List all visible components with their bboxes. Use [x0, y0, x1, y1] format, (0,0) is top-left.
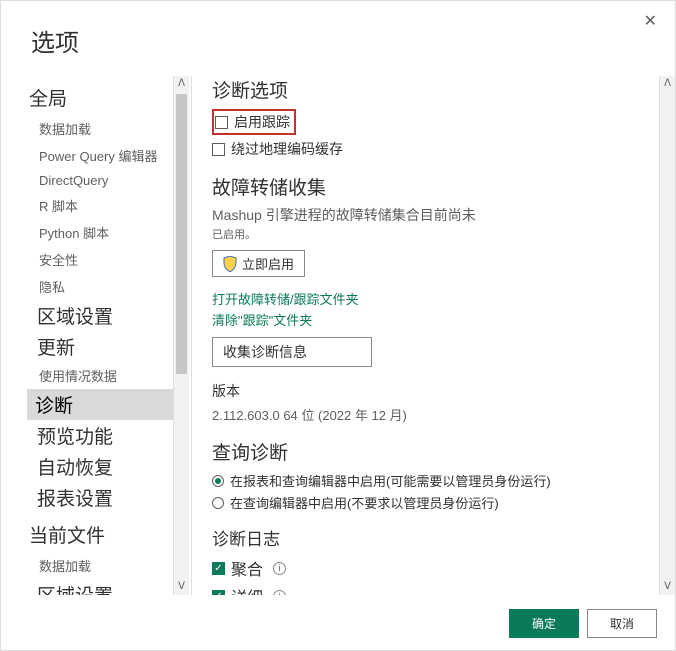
nav-directquery[interactable]: DirectQuery	[29, 169, 175, 192]
nav-usage-data[interactable]: 使用情况数据	[29, 362, 175, 389]
collect-diag-button[interactable]: 收集诊断信息	[212, 337, 372, 367]
version-value: 2.112.603.0 64 位 (2022 年 12 月)	[212, 405, 651, 424]
diag-log-header: 诊断日志	[212, 525, 651, 550]
bypass-geocode-label: 绕过地理编码缓存	[231, 139, 343, 159]
scroll-up-icon[interactable]: ᐱ	[660, 76, 675, 92]
nav-report-settings[interactable]: 报表设置	[29, 482, 175, 513]
nav-privacy[interactable]: 隐私	[29, 273, 175, 300]
sidebar-group-currentfile: 当前文件	[29, 521, 175, 548]
sidebar: 全局 数据加载 Power Query 编辑器 DirectQuery R 脚本…	[1, 76, 189, 595]
detailed-label: 详细	[231, 584, 263, 595]
enable-tracing-label: 启用跟踪	[234, 112, 290, 132]
ok-button[interactable]: 确定	[509, 609, 579, 638]
shield-icon	[223, 256, 237, 272]
nav-r-script[interactable]: R 脚本	[29, 192, 175, 219]
radio-report-and-editor[interactable]	[212, 475, 224, 487]
dialog-body: 全局 数据加载 Power Query 编辑器 DirectQuery R 脚本…	[1, 76, 675, 595]
cancel-button[interactable]: 取消	[587, 609, 657, 638]
crash-dump-header: 故障转储收集	[212, 173, 651, 200]
content-scrollbar[interactable]: ᐱ ᐯ	[659, 76, 675, 595]
radio2-label: 在查询编辑器中启用(不要求以管理员身份运行)	[230, 493, 499, 512]
nav-cf-data-load[interactable]: 数据加载	[29, 552, 175, 579]
nav-python-script[interactable]: Python 脚本	[29, 219, 175, 246]
nav-security[interactable]: 安全性	[29, 246, 175, 273]
nav-auto-recovery[interactable]: 自动恢复	[29, 451, 175, 482]
sidebar-scrollbar[interactable]: ᐱ ᐯ	[173, 76, 189, 595]
sidebar-group-global: 全局	[29, 84, 175, 111]
clear-folder-link[interactable]: 清除"跟踪"文件夹	[212, 310, 651, 329]
nav-pq-editor[interactable]: Power Query 编辑器	[29, 142, 175, 169]
enable-now-button[interactable]: 立即启用	[212, 250, 305, 277]
nav-updates[interactable]: 更新	[29, 331, 175, 362]
radio-editor-only[interactable]	[212, 497, 224, 509]
info-icon[interactable]: i	[273, 590, 286, 595]
radio1-label: 在报表和查询编辑器中启用(可能需要以管理员身份运行)	[230, 471, 551, 490]
nav-preview[interactable]: 预览功能	[29, 420, 175, 451]
dialog-footer: 确定 取消	[509, 609, 657, 638]
scroll-up-icon[interactable]: ᐱ	[174, 76, 189, 92]
bypass-geocode-checkbox[interactable]	[212, 143, 225, 156]
crash-dump-desc: Mashup 引擎进程的故障转储集合目前尚未	[212, 206, 651, 224]
close-button[interactable]: ✕	[636, 7, 665, 35]
dialog-title: 选项	[31, 23, 79, 58]
detailed-checkbox[interactable]: ✓	[212, 590, 225, 595]
scroll-down-icon[interactable]: ᐯ	[174, 579, 189, 595]
enable-now-label: 立即启用	[242, 254, 294, 273]
aggregate-label: 聚合	[231, 556, 263, 580]
version-label: 版本	[212, 381, 651, 401]
nav-cf-regional[interactable]: 区域设置	[29, 579, 175, 595]
query-diag-header: 查询诊断	[212, 438, 651, 465]
open-folder-link[interactable]: 打开故障转储/跟踪文件夹	[212, 289, 651, 308]
crash-dump-desc2: 已启用。	[212, 226, 651, 242]
diag-options-header: 诊断选项	[212, 76, 651, 103]
scroll-down-icon[interactable]: ᐯ	[660, 579, 675, 595]
nav-data-load[interactable]: 数据加载	[29, 115, 175, 142]
scroll-thumb[interactable]	[176, 94, 187, 374]
info-icon[interactable]: i	[273, 562, 286, 575]
nav-diagnostics[interactable]: 诊断	[27, 389, 175, 420]
enable-tracing-highlight: 启用跟踪	[212, 109, 296, 135]
content-pane: 诊断选项 启用跟踪 绕过地理编码缓存 故障转储收集 Mashup 引擎进程的故障…	[192, 76, 675, 595]
nav-regional[interactable]: 区域设置	[29, 300, 175, 331]
aggregate-checkbox[interactable]: ✓	[212, 562, 225, 575]
enable-tracing-checkbox[interactable]	[215, 116, 228, 129]
